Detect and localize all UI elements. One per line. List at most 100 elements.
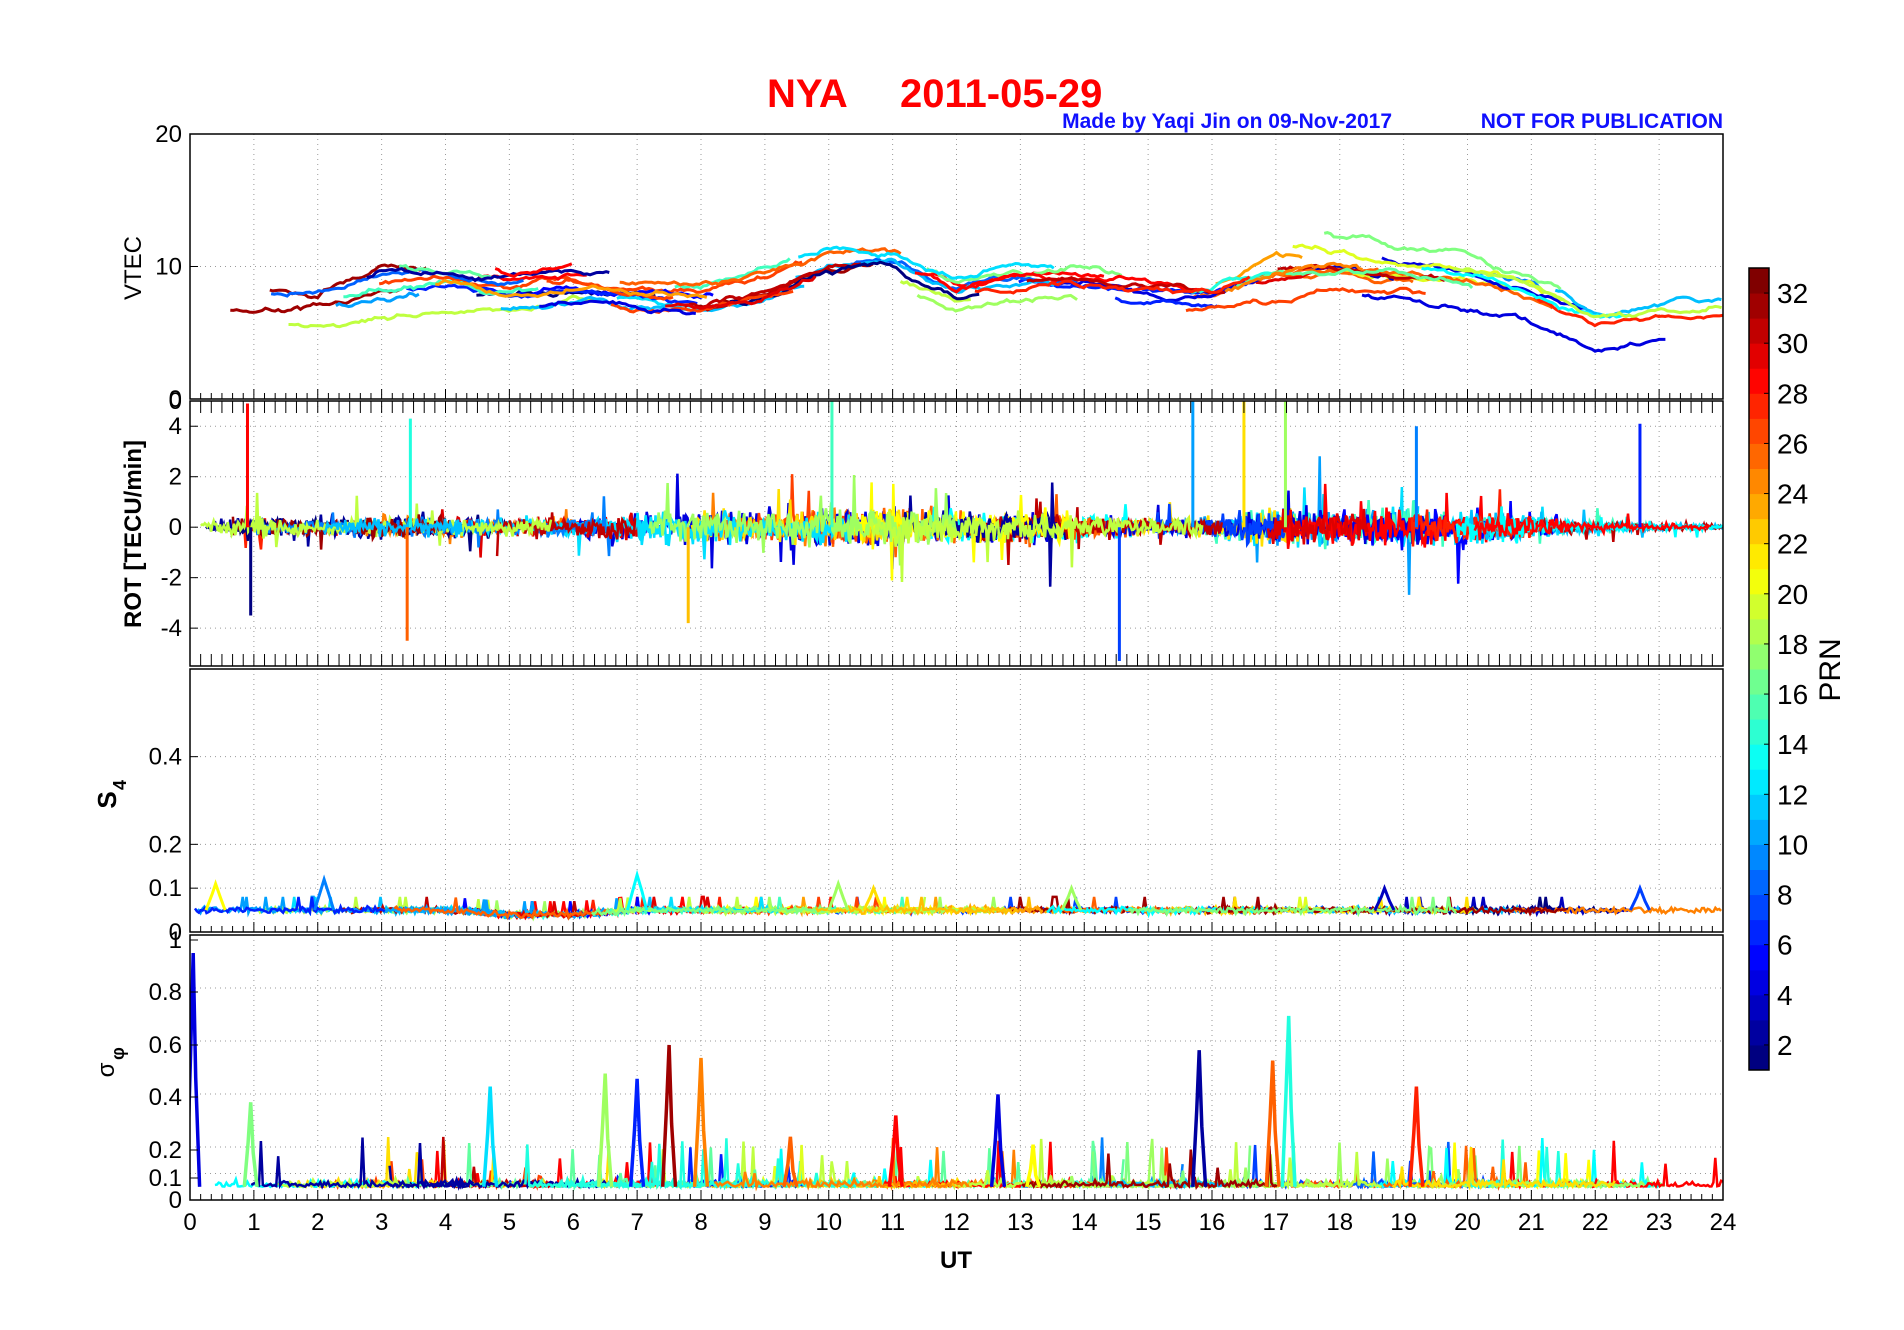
sigma-series-line (250, 1137, 475, 1190)
x-tick-label: 9 (758, 1209, 771, 1236)
colorbar: 2468101214161820222426283032 (1748, 267, 1808, 1071)
vtec-series-group (230, 231, 1723, 353)
colorbar-segment (1749, 1044, 1769, 1071)
sigma-series-line (954, 1138, 1171, 1189)
x-axis-label: UT (940, 1247, 972, 1274)
sigma-series-line (399, 1142, 624, 1192)
colorbar-segment (1749, 418, 1769, 444)
colorbar-segment (1749, 343, 1769, 369)
x-tick-label: 11 (880, 1209, 905, 1236)
vtec-ytick-label: 20 (155, 121, 182, 148)
rot-ytick-label: 0 (169, 514, 182, 541)
colorbar-segment (1749, 894, 1769, 921)
colorbar-segment (1749, 744, 1769, 770)
rot-ytick-label: 4 (169, 413, 182, 440)
colorbar-segment (1749, 919, 1769, 946)
rot-ytick-label: -2 (161, 565, 182, 592)
colorbar-segment (1749, 468, 1769, 495)
colorbar-tick-label: 8 (1777, 880, 1793, 911)
x-tick-label: 5 (503, 1209, 516, 1236)
colorbar-segment (1749, 719, 1769, 745)
sigma-spike (1025, 1144, 1042, 1188)
colorbar-segment (1749, 643, 1769, 670)
sigma-ytick-label: 0.1 (149, 1165, 182, 1192)
colorbar-segment (1749, 393, 1769, 419)
colorbar-segment (1749, 969, 1769, 996)
colorbar-tick-label: 32 (1777, 278, 1808, 309)
x-tick-label: 10 (815, 1209, 842, 1236)
x-tick-label: 17 (1263, 1209, 1290, 1236)
s4-ylabel-sub: 4 (110, 780, 130, 790)
colorbar-segment (1749, 769, 1769, 795)
sigma-spike (660, 1044, 678, 1187)
colorbar-tick-label: 26 (1777, 428, 1808, 459)
colorbar-tick-label: 20 (1777, 579, 1808, 610)
x-tick-label: 2 (311, 1209, 324, 1236)
rot-series-group (200, 401, 1723, 661)
x-tick-label: 22 (1582, 1209, 1609, 1236)
x-tick-label: 20 (1454, 1209, 1481, 1236)
colorbar-tick-label: 24 (1777, 479, 1808, 510)
sigma-phi-panel: 00.10.20.40.60.810 1 2 3 4 5 6 7 8 9 10 11 12 13 14 15 1… (149, 927, 1737, 1236)
x-tick-label: 23 (1646, 1209, 1673, 1236)
colorbar-segment (1749, 669, 1769, 695)
colorbar-tick-label: 4 (1777, 980, 1793, 1011)
x-tick-label: 4 (439, 1209, 452, 1236)
rot-series-line (868, 510, 1204, 583)
colorbar-segment (1749, 568, 1769, 595)
sigma-ylabel-main: σ (93, 1062, 120, 1077)
x-tick-label: 8 (694, 1209, 707, 1236)
colorbar-segment (1749, 318, 1769, 344)
x-tick-label: 1 (247, 1209, 260, 1236)
colorbar-tick-label: 10 (1777, 829, 1808, 860)
s4-ylabel-main: S (92, 791, 122, 808)
x-tick-label: 14 (1071, 1209, 1098, 1236)
sigma-ytick-label: 0.8 (149, 979, 182, 1006)
x-tick-label: 12 (943, 1209, 970, 1236)
colorbar-tick-label: 12 (1777, 779, 1808, 810)
colorbar-segment (1749, 293, 1769, 319)
rot-ytick-label: -4 (161, 615, 182, 642)
sigma-spike (692, 1057, 710, 1187)
x-tick-label: 15 (1135, 1209, 1162, 1236)
colorbar-segment (1749, 518, 1769, 545)
sigma-spike (1191, 1050, 1208, 1187)
vtec-series-line (1234, 267, 1474, 290)
chart-title-station: NYA (767, 72, 848, 116)
sigma-ytick-label: 1 (169, 927, 182, 954)
sigma-spike (1408, 1086, 1425, 1187)
rot-ylabel: ROT [TECU/min] (120, 440, 147, 628)
colorbar-tick-label: 2 (1777, 1030, 1793, 1061)
colorbar-segment (1749, 694, 1769, 720)
sigma-spike (1264, 1060, 1281, 1187)
colorbar-segment (1749, 844, 1769, 870)
vtec-ylabel: VTEC (120, 236, 147, 300)
sigma-ytick-label: 0.2 (149, 1137, 182, 1164)
s4-ytick-label: 0.1 (149, 875, 182, 902)
colorbar-label: PRN (1814, 638, 1847, 701)
sigma-ytick-label: 0.4 (149, 1084, 182, 1111)
x-tick-label: 7 (630, 1209, 643, 1236)
colorbar-segment (1749, 618, 1769, 645)
sigma-ylabel-sub: φ (108, 1047, 128, 1060)
colorbar-segment (1749, 543, 1769, 570)
colorbar-tick-label: 22 (1777, 529, 1808, 560)
colorbar-segment (1749, 443, 1769, 469)
vtec-ytick-label: 10 (155, 254, 182, 281)
vtec-series-line (916, 293, 1078, 313)
x-tick-label: 18 (1326, 1209, 1353, 1236)
colorbar-tick-label: 14 (1777, 729, 1808, 760)
x-tick-label: 13 (1007, 1209, 1034, 1236)
x-tick-label: 21 (1518, 1209, 1545, 1236)
colorbar-segment (1749, 819, 1769, 845)
figure: NYA 2011-05-29 Made by Yaqi Jin on 09-No… (92, 72, 1847, 1274)
colorbar-segment (1749, 1019, 1769, 1046)
colorbar-segment (1749, 869, 1769, 896)
s4-ytick-label: 0.4 (149, 744, 182, 771)
vtec-series-line (1361, 293, 1666, 353)
sigma-spike (597, 1073, 614, 1187)
credit-annotation: Made by Yaqi Jin on 09-Nov-2017 (1062, 110, 1392, 133)
colorbar-tick-label: 6 (1777, 930, 1793, 961)
sigma-spike (242, 1102, 259, 1187)
colorbar-tick-label: 28 (1777, 378, 1808, 409)
